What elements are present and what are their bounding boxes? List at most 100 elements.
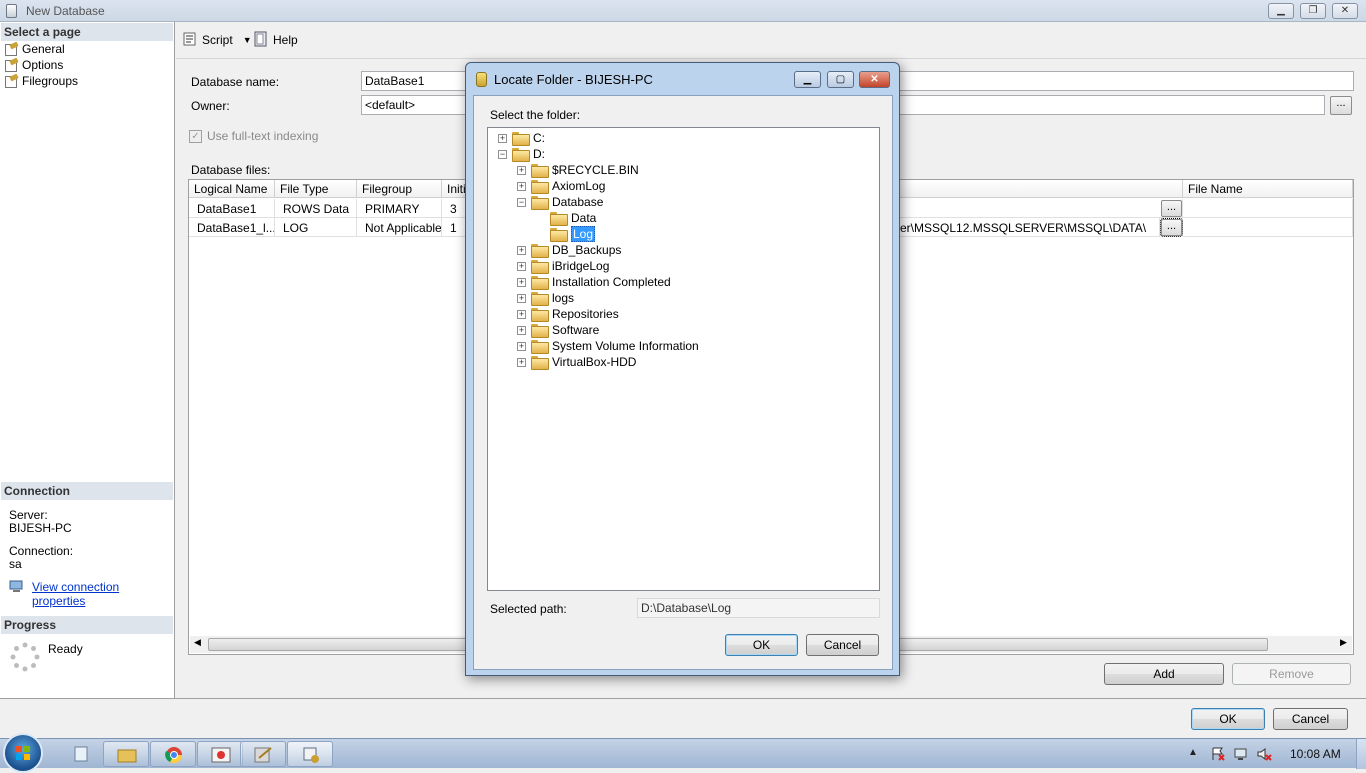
expand-icon[interactable]: + bbox=[517, 181, 526, 191]
table-cell-path[interactable] bbox=[900, 199, 1183, 218]
column-header-filegroup[interactable]: Filegroup bbox=[357, 180, 442, 198]
tree-item-ibridgelog[interactable]: + iBridgeLog bbox=[517, 258, 609, 274]
table-cell-path[interactable]: er\MSSQL12.MSSQLSERVER\MSSQL\DATA\ bbox=[900, 218, 1160, 237]
view-connection-properties-link[interactable]: View connection properties bbox=[32, 580, 174, 608]
table-cell-filegroup[interactable]: Not Applicable bbox=[357, 218, 442, 237]
expand-icon[interactable]: + bbox=[517, 277, 526, 287]
folder-icon bbox=[531, 292, 549, 306]
dialog-maximize-button[interactable]: ▢ bbox=[827, 71, 854, 88]
dialog-ok-button[interactable]: OK bbox=[725, 634, 798, 656]
nav-item-filegroups[interactable]: Filegroups bbox=[5, 73, 78, 89]
tree-item-database[interactable]: − Database bbox=[517, 194, 603, 210]
expand-icon[interactable]: + bbox=[517, 245, 526, 255]
show-hidden-icons-icon[interactable]: ▲ bbox=[1188, 747, 1198, 758]
folder-icon bbox=[531, 276, 549, 290]
expand-icon[interactable]: + bbox=[517, 293, 526, 303]
tree-item-software[interactable]: + Software bbox=[517, 322, 599, 338]
expand-icon[interactable]: + bbox=[517, 357, 526, 367]
action-center-icon[interactable] bbox=[1210, 746, 1226, 765]
tree-item-recycle-bin[interactable]: + $RECYCLE.BIN bbox=[517, 162, 639, 178]
close-button[interactable]: ✕ bbox=[1332, 3, 1358, 19]
folder-icon bbox=[531, 308, 549, 322]
column-header-logical-name[interactable]: Logical Name bbox=[189, 180, 275, 198]
tree-item-log[interactable]: Log bbox=[536, 226, 596, 242]
script-button[interactable]: Script ▼ bbox=[182, 30, 252, 50]
tree-item-label: Log bbox=[571, 226, 596, 242]
restore-button[interactable]: ❐ bbox=[1300, 3, 1326, 19]
show-desktop-button[interactable] bbox=[1356, 739, 1366, 769]
start-button[interactable] bbox=[3, 733, 43, 773]
expand-icon[interactable]: + bbox=[517, 341, 526, 351]
show-desktop-icon[interactable] bbox=[72, 745, 90, 766]
column-header-file-name[interactable]: File Name bbox=[1183, 180, 1353, 198]
nav-item-options[interactable]: Options bbox=[5, 57, 63, 73]
fulltext-checkbox[interactable]: ✓ bbox=[189, 130, 202, 143]
fulltext-label: Use full-text indexing bbox=[207, 129, 319, 143]
scroll-left-icon[interactable]: ◀ bbox=[194, 637, 201, 648]
table-cell-filegroup[interactable]: PRIMARY bbox=[357, 199, 442, 218]
dialog-minimize-button[interactable]: ▁ bbox=[794, 71, 821, 88]
help-icon bbox=[253, 31, 269, 50]
table-cell-file-name[interactable] bbox=[1183, 199, 1353, 218]
collapse-icon[interactable]: − bbox=[517, 197, 526, 207]
tree-item-data[interactable]: Data bbox=[536, 210, 596, 226]
network-icon[interactable] bbox=[1233, 746, 1249, 765]
tree-item-label: Data bbox=[571, 211, 597, 225]
taskbar-tools-button[interactable] bbox=[240, 741, 286, 767]
table-cell-file-type[interactable]: ROWS Data bbox=[275, 199, 357, 218]
folder-icon bbox=[531, 244, 549, 258]
help-button[interactable]: Help bbox=[253, 30, 298, 50]
clock[interactable]: 10:08 AM bbox=[1290, 747, 1341, 761]
column-header-file-type[interactable]: File Type bbox=[275, 180, 357, 198]
add-button[interactable]: Add bbox=[1104, 663, 1224, 685]
tree-item-system-volume-information[interactable]: + System Volume Information bbox=[517, 338, 699, 354]
taskbar-explorer-button[interactable] bbox=[103, 741, 149, 767]
tree-item-c[interactable]: + C: bbox=[498, 130, 545, 146]
taskbar-ssms-button[interactable] bbox=[287, 741, 333, 767]
remove-button[interactable]: Remove bbox=[1232, 663, 1351, 685]
minimize-button[interactable]: ▁ bbox=[1268, 3, 1294, 19]
expand-icon[interactable]: + bbox=[517, 165, 526, 175]
expand-icon[interactable]: + bbox=[517, 261, 526, 271]
window-titlebar: New Database ▁ ❐ ✕ bbox=[0, 0, 1366, 22]
nav-item-general[interactable]: General bbox=[5, 41, 65, 57]
cancel-button[interactable]: Cancel bbox=[1273, 708, 1348, 730]
volume-icon[interactable] bbox=[1256, 746, 1272, 765]
expand-icon[interactable]: + bbox=[517, 325, 526, 335]
tree-item-logs[interactable]: + logs bbox=[517, 290, 574, 306]
dialog-close-button[interactable]: ✕ bbox=[859, 71, 890, 88]
table-cell-logical-name[interactable]: DataBase1_l... bbox=[189, 218, 275, 237]
path-browse-button[interactable]: ... bbox=[1161, 200, 1182, 217]
ok-button[interactable]: OK bbox=[1191, 708, 1265, 730]
dialog-cancel-button[interactable]: Cancel bbox=[806, 634, 879, 656]
owner-browse-button[interactable]: ... bbox=[1330, 96, 1352, 115]
folder-icon bbox=[531, 164, 549, 178]
tree-item-label: Installation Completed bbox=[552, 275, 671, 289]
tree-item-axiomlog[interactable]: + AxiomLog bbox=[517, 178, 605, 194]
tree-item-virtualbox-hdd[interactable]: + VirtualBox-HDD bbox=[517, 354, 636, 370]
expand-icon[interactable]: + bbox=[517, 309, 526, 319]
table-cell-file-type[interactable]: LOG bbox=[275, 218, 357, 237]
column-header-path[interactable] bbox=[900, 180, 1183, 198]
tree-item-installation-completed[interactable]: + Installation Completed bbox=[517, 274, 671, 290]
tree-item-label: VirtualBox-HDD bbox=[552, 355, 637, 369]
expand-icon[interactable]: + bbox=[498, 133, 507, 143]
table-cell-file-name[interactable] bbox=[1183, 218, 1353, 237]
script-dropdown-arrow-icon[interactable]: ▼ bbox=[243, 35, 252, 45]
scroll-right-icon[interactable]: ▶ bbox=[1340, 637, 1347, 648]
tree-item-repositories[interactable]: + Repositories bbox=[517, 306, 619, 322]
taskbar-chrome-button[interactable] bbox=[150, 741, 196, 767]
path-browse-button[interactable]: ... bbox=[1160, 218, 1183, 237]
folder-tree[interactable]: + C: − D: + $RECYCLE.BIN + AxiomLog − Database Dat… bbox=[487, 127, 880, 591]
dialog-title: Locate Folder - BIJESH-PC bbox=[494, 72, 653, 87]
collapse-icon[interactable]: − bbox=[498, 149, 507, 159]
table-cell-logical-name[interactable]: DataBase1 bbox=[189, 199, 275, 218]
server-value: BIJESH-PC bbox=[9, 521, 72, 535]
tree-item-d[interactable]: − D: bbox=[498, 146, 545, 162]
select-folder-label: Select the folder: bbox=[490, 108, 581, 122]
folder-icon bbox=[531, 180, 549, 194]
tree-item-label: logs bbox=[552, 291, 575, 305]
app-icon bbox=[6, 4, 17, 18]
tree-item-db-backups[interactable]: + DB_Backups bbox=[517, 242, 621, 258]
taskbar-media-button[interactable] bbox=[197, 741, 243, 767]
